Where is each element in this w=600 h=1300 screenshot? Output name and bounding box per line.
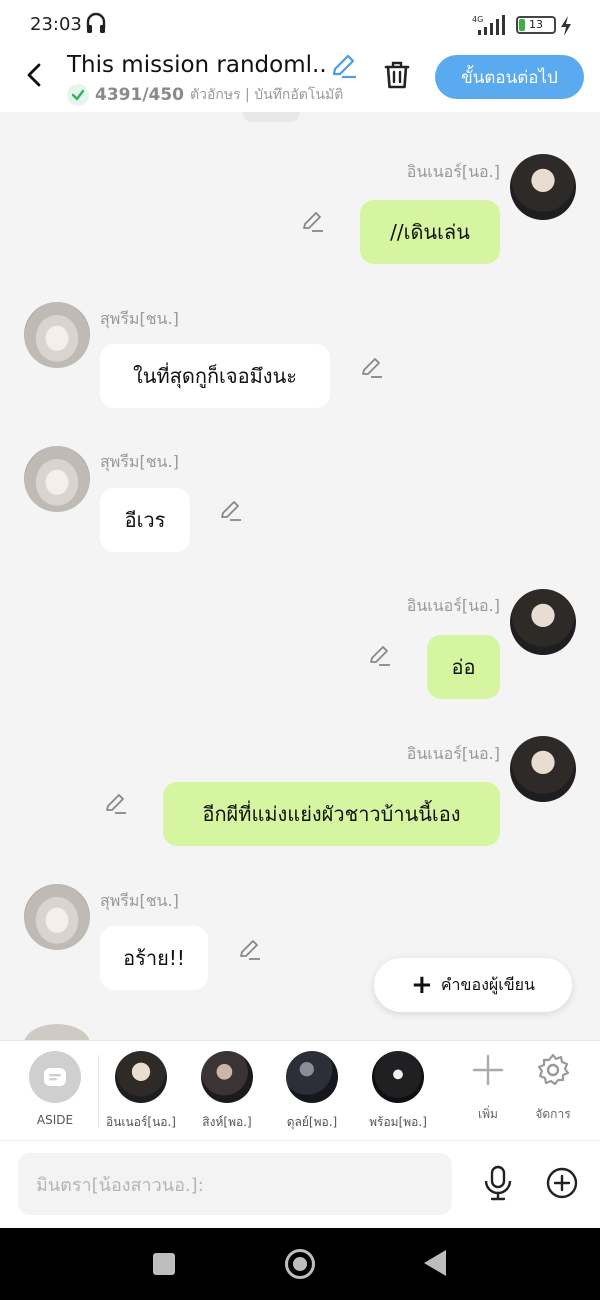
gear-icon <box>537 1053 570 1086</box>
system-back-button[interactable] <box>424 1250 446 1276</box>
message-bubble[interactable]: อีเวร <box>100 488 190 552</box>
signal-icon: 4G <box>472 15 505 35</box>
message-sender: สุพรีม[ชน.] <box>100 891 179 910</box>
add-label: เพิ่ม <box>478 1107 498 1121</box>
message-input[interactable]: มินตรา[น้องสาวนอ.]: <box>18 1153 452 1215</box>
character-dul[interactable]: ดุลย์[พอ.] <box>272 1051 352 1132</box>
status-time: 23:03 <box>30 14 82 35</box>
avatar-supreme[interactable] <box>24 302 90 368</box>
character-singh[interactable]: สิงห์[พอ.] <box>187 1051 267 1132</box>
check-icon <box>67 84 89 106</box>
plus-icon <box>472 1054 504 1086</box>
input-bar: มินตรา[น้องสาวนอ.]: <box>0 1140 600 1228</box>
avatar <box>115 1051 167 1103</box>
message-bubble[interactable]: อร้าย!! <box>100 926 208 990</box>
add-circle-icon[interactable] <box>546 1167 578 1199</box>
microphone-icon[interactable] <box>482 1165 514 1201</box>
header: This mission randoml... 4391/450 ตัวอักษ… <box>0 50 600 112</box>
message-bubble[interactable]: อ่อ <box>427 635 500 699</box>
edit-message-icon[interactable] <box>360 356 384 380</box>
avatar <box>201 1051 253 1103</box>
character-label: ดุลย์[พอ.] <box>286 1115 338 1129</box>
character-label: พร้อม[พอ.] <box>369 1115 427 1129</box>
battery-icon: 13 <box>516 16 556 34</box>
character-bar: ASIDE อินเนอร์[นอ.] สิงห์[พอ.] ดุลย์[พอ.… <box>0 1040 600 1140</box>
character-inner[interactable]: อินเนอร์[นอ.] <box>101 1051 181 1132</box>
author-note-button[interactable]: + คำของผู้เขียน <box>374 958 572 1012</box>
divider <box>98 1055 99 1127</box>
recents-button[interactable] <box>153 1253 175 1275</box>
headphones-icon <box>86 12 106 33</box>
edit-message-icon[interactable] <box>104 792 128 816</box>
char-count: 4391/450 <box>95 85 185 105</box>
character-aside[interactable]: ASIDE <box>15 1051 95 1127</box>
message-bubble[interactable]: ในที่สุดกูก็เจอมึงนะ <box>100 344 330 408</box>
avatar-inner[interactable] <box>510 589 576 655</box>
plus-icon: + <box>411 970 433 1000</box>
character-label: สิงห์[พอ.] <box>202 1115 252 1129</box>
battery-level: 13 <box>529 18 543 31</box>
message-sender: อินเนอร์[นอ.] <box>406 744 500 763</box>
next-step-button[interactable]: ขั้นตอนต่อไป <box>435 55 584 99</box>
back-icon[interactable] <box>22 62 46 88</box>
avatar <box>286 1051 338 1103</box>
add-character-button[interactable]: เพิ่ม <box>458 1053 518 1124</box>
chat-area[interactable]: อินเนอร์[นอ.] //เดินเล่น สุพรีม[ชน.] ในท… <box>0 112 600 1040</box>
previous-message-stub <box>242 112 300 122</box>
manage-button[interactable]: จัดการ <box>523 1053 583 1124</box>
manage-label: จัดการ <box>535 1107 571 1121</box>
character-label: อินเนอร์[นอ.] <box>106 1115 176 1129</box>
system-nav-bar <box>0 1228 600 1300</box>
character-label: ASIDE <box>36 1113 74 1127</box>
message-sender: อินเนอร์[นอ.] <box>406 596 500 615</box>
message-sender: สุพรีม[ชน.] <box>100 309 179 328</box>
author-note-label: คำของผู้เขียน <box>440 974 535 994</box>
story-title[interactable]: This mission randoml... <box>67 52 327 78</box>
avatar-supreme-partial <box>24 1024 90 1040</box>
message-sender: อินเนอร์[นอ.] <box>406 162 500 181</box>
trash-icon[interactable] <box>383 60 411 90</box>
edit-message-icon[interactable] <box>238 938 262 962</box>
edit-message-icon[interactable] <box>368 644 392 668</box>
edit-message-icon[interactable] <box>219 499 243 523</box>
message-bubble[interactable]: อีกผีที่แม่งแย่งผัวชาวบ้านนี้เอง <box>163 782 500 846</box>
charging-icon <box>561 16 571 36</box>
edit-message-icon[interactable] <box>301 210 325 234</box>
aside-icon <box>29 1051 81 1103</box>
avatar-supreme[interactable] <box>24 446 90 512</box>
avatar-inner[interactable] <box>510 154 576 220</box>
message-sender: สุพรีม[ชน.] <box>100 452 179 471</box>
home-button[interactable] <box>285 1249 315 1279</box>
message-bubble[interactable]: //เดินเล่น <box>360 200 500 264</box>
edit-title-icon[interactable] <box>330 52 358 80</box>
autosave-text: ตัวอักษร | บันทึกอัตโนมัติ <box>190 87 344 103</box>
save-status: 4391/450 ตัวอักษร | บันทึกอัตโนมัติ <box>67 84 343 106</box>
avatar-supreme[interactable] <box>24 884 90 950</box>
avatar <box>372 1051 424 1103</box>
svg-text:4G: 4G <box>472 15 483 24</box>
avatar-inner[interactable] <box>510 736 576 802</box>
character-prom[interactable]: พร้อม[พอ.] <box>358 1051 438 1132</box>
status-bar: 23:03 4G 13 <box>0 0 600 50</box>
